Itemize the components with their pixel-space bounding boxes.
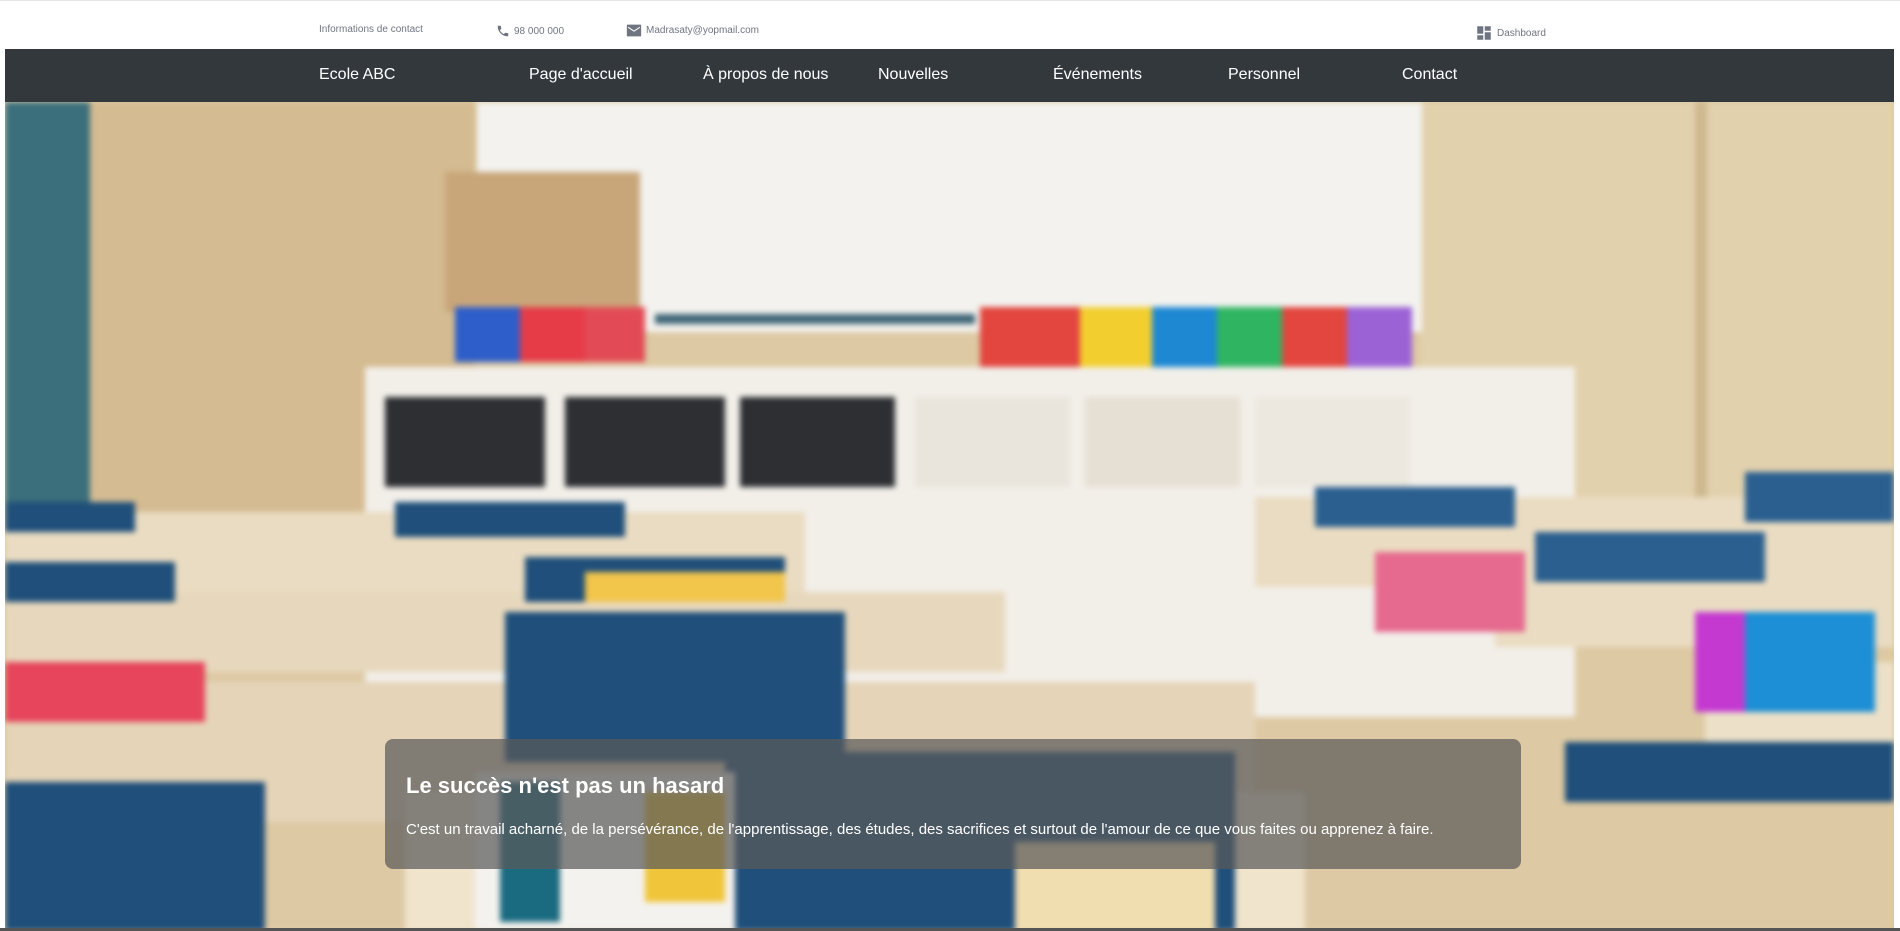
contact-info-label: Informations de contact	[319, 24, 423, 35]
hero-banner: Le succès n'est pas un hasard C'est un t…	[5, 102, 1894, 931]
hero-title: Le succès n'est pas un hasard	[406, 773, 725, 798]
hero-caption: Le succès n'est pas un hasard C'est un t…	[385, 739, 1521, 869]
email-address[interactable]: Madrasaty@yopmail.com	[646, 25, 759, 36]
nav-link-about[interactable]: À propos de nous	[703, 66, 828, 84]
phone-number: 98 000 000	[514, 25, 565, 37]
dashboard-icon	[1475, 24, 1493, 42]
email-contact[interactable]: Madrasaty@yopmail.com	[626, 24, 759, 37]
dashboard-label[interactable]: Dashboard	[1497, 28, 1546, 39]
main-navbar: Ecole ABC Page d'accueil À propos de nou…	[5, 49, 1894, 102]
nav-link-contact[interactable]: Contact	[1402, 66, 1457, 84]
nav-link-events[interactable]: Événements	[1053, 66, 1142, 84]
nav-link-news[interactable]: Nouvelles	[878, 66, 948, 84]
dashboard-link[interactable]: Dashboard	[1475, 24, 1546, 42]
nav-link-home[interactable]: Page d'accueil	[529, 66, 633, 84]
hero-text: C'est un travail acharné, de la persévér…	[406, 821, 1434, 838]
mail-icon	[626, 24, 642, 37]
phone-icon	[496, 24, 510, 38]
phone-contact: 98 000 000	[496, 24, 564, 38]
contact-bar: Informations de contact 98 000 000 Madra…	[0, 0, 1900, 50]
nav-link-staff[interactable]: Personnel	[1228, 66, 1300, 84]
brand-link[interactable]: Ecole ABC	[319, 66, 395, 84]
